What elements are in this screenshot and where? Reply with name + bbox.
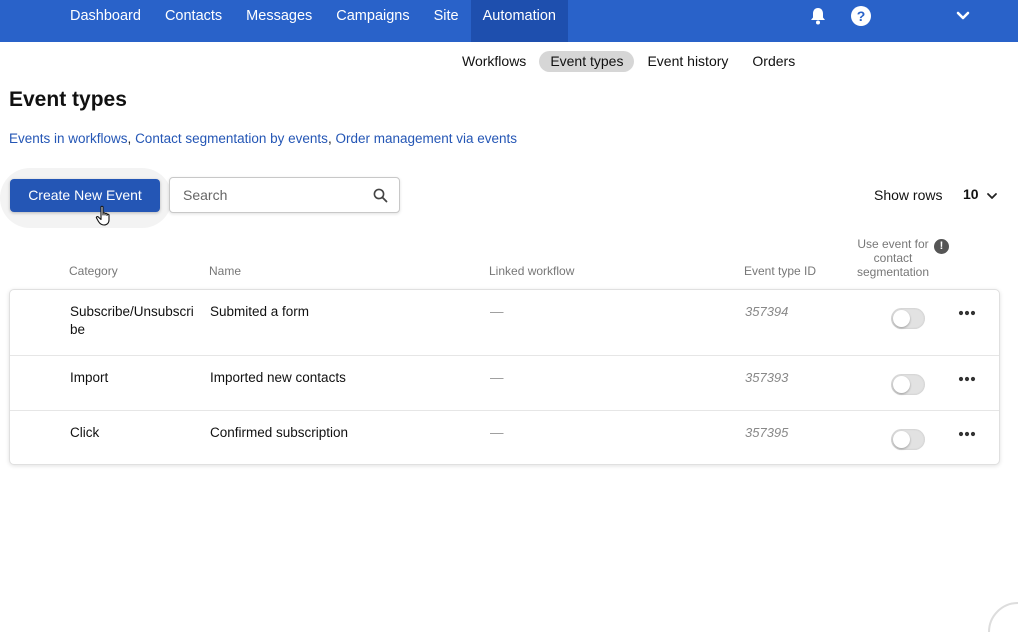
- cell-category: Import: [70, 370, 109, 385]
- info-icon[interactable]: !: [934, 239, 949, 254]
- link-separator: ,: [127, 131, 136, 146]
- hand-cursor-icon: [95, 205, 110, 226]
- help-icon[interactable]: ?: [851, 6, 871, 26]
- tab-event-history[interactable]: Event history: [636, 51, 739, 72]
- segmentation-toggle[interactable]: [891, 429, 925, 450]
- more-options-icon[interactable]: [958, 309, 976, 317]
- cell-name: Submited a form: [210, 304, 310, 319]
- cell-linked-workflow: —: [490, 425, 504, 440]
- search-input[interactable]: [183, 178, 363, 212]
- cell-event-type-id: 357393: [745, 370, 789, 385]
- link-contact-segmentation[interactable]: Contact segmentation by events: [135, 131, 328, 146]
- header-name[interactable]: Name: [209, 264, 241, 278]
- nav-item-automation[interactable]: Automation: [470, 0, 568, 42]
- cell-linked-workflow: —: [490, 304, 504, 319]
- cell-name: Confirmed subscription: [210, 425, 349, 440]
- more-options-icon[interactable]: [958, 375, 976, 383]
- nav-item-site[interactable]: Site: [422, 0, 471, 42]
- cell-category: Click: [70, 425, 100, 440]
- chevron-down-icon[interactable]: [986, 190, 998, 202]
- more-options-icon[interactable]: [958, 430, 976, 438]
- nav-item-campaigns[interactable]: Campaigns: [324, 0, 421, 42]
- nav-item-contacts[interactable]: Contacts: [153, 0, 234, 42]
- link-order-management[interactable]: Order management via events: [335, 131, 517, 146]
- tab-orders[interactable]: Orders: [741, 51, 806, 72]
- header-category[interactable]: Category: [69, 264, 118, 278]
- header-linked-workflow[interactable]: Linked workflow: [489, 264, 574, 278]
- help-links: Events in workflows, Contact segmentatio…: [9, 131, 517, 146]
- cell-category: Subscribe/Unsubscribe: [70, 304, 194, 337]
- create-new-event-button[interactable]: Create New Event: [10, 179, 160, 212]
- bell-icon[interactable]: [808, 6, 828, 26]
- segmentation-toggle[interactable]: [891, 374, 925, 395]
- cell-event-type-id: 357394: [745, 304, 789, 319]
- sub-tabs: Workflows Event types Event history Orde…: [451, 51, 808, 72]
- tab-event-types[interactable]: Event types: [539, 51, 635, 72]
- search-icon[interactable]: [373, 188, 388, 203]
- cell-linked-workflow: —: [490, 370, 504, 385]
- main-nav: Dashboard Contacts Messages Campaigns Si…: [58, 0, 568, 42]
- nav-item-dashboard[interactable]: Dashboard: [58, 0, 153, 42]
- corner-decoration: [988, 602, 1018, 632]
- page-title: Event types: [9, 88, 127, 111]
- nav-item-messages[interactable]: Messages: [234, 0, 324, 42]
- table-row: Click Confirmed subscription — 357395: [10, 410, 999, 465]
- header-segmentation: Use event for contact segmentation: [856, 237, 930, 279]
- table-row: Subscribe/Unsubscribe Submited a form — …: [10, 290, 999, 355]
- cell-event-type-id: 357395: [745, 425, 789, 440]
- events-table: Subscribe/Unsubscribe Submited a form — …: [9, 289, 1000, 465]
- show-rows-label: Show rows: [874, 187, 943, 203]
- cell-name: Imported new contacts: [210, 370, 346, 385]
- link-events-in-workflows[interactable]: Events in workflows: [9, 131, 128, 146]
- search-field[interactable]: [169, 177, 400, 213]
- table-row: Imported new contacts Import — 357393: [10, 355, 999, 410]
- rows-per-page-select[interactable]: 10: [963, 186, 979, 202]
- tab-workflows[interactable]: Workflows: [451, 51, 537, 72]
- chevron-down-icon[interactable]: [954, 7, 972, 25]
- segmentation-toggle[interactable]: [891, 308, 925, 329]
- top-navigation-bar: Dashboard Contacts Messages Campaigns Si…: [0, 0, 1018, 42]
- header-event-type-id[interactable]: Event type ID: [744, 264, 816, 278]
